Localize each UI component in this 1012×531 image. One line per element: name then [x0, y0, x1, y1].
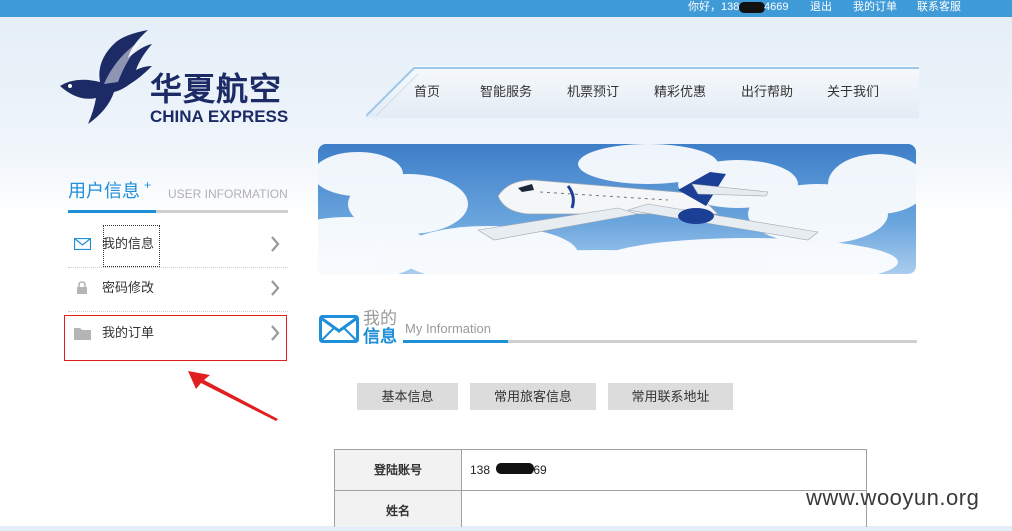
account-prefix: 138	[470, 463, 491, 477]
logo-english-name: CHINA EXPRESS	[150, 107, 289, 126]
sidebar-divider-accent	[68, 210, 156, 213]
contact-service-link[interactable]: 联系客服	[917, 0, 961, 15]
nav-ticket-booking[interactable]: 机票预订	[567, 84, 619, 100]
envelope-icon	[74, 238, 91, 250]
sidebar-item-label: 密码修改	[102, 280, 155, 295]
top-bar: 你好，138 4669 退出 我的订单 联系客服	[0, 0, 1012, 17]
airplane-banner	[318, 144, 916, 274]
section-title-line2: 信息	[363, 327, 397, 346]
nav-home[interactable]: 首页	[414, 84, 440, 100]
redaction-mark	[739, 2, 765, 13]
section-title-english: My Information	[405, 321, 491, 336]
section-title-line1: 我的	[363, 309, 397, 328]
nav-about-us[interactable]: 关于我们	[827, 84, 879, 100]
highlight-box	[64, 315, 287, 361]
section-divider-accent	[403, 340, 508, 343]
my-orders-link[interactable]: 我的订单	[853, 0, 897, 15]
main-nav: 首页 智能服务 机票预订 精彩优惠 出行帮助 关于我们	[366, 66, 919, 118]
nav-travel-help[interactable]: 出行帮助	[741, 84, 793, 100]
envelope-icon	[319, 315, 359, 343]
sidebar-title: 用户信息	[68, 181, 140, 201]
bird-icon	[60, 30, 152, 124]
chevron-right-icon	[271, 280, 280, 296]
logo-chinese-name: 华夏航空	[150, 70, 283, 108]
watermark: www.wooyun.org	[806, 485, 980, 510]
tab-frequent-passengers[interactable]: 常用旅客信息	[470, 383, 596, 410]
plus-icon: +	[144, 178, 152, 192]
red-arrow-annotation	[188, 371, 278, 421]
sidebar-item-my-info[interactable]: 我的信息	[68, 224, 288, 268]
lock-icon	[77, 281, 87, 294]
table-label-account: 登陆账号	[335, 450, 462, 490]
logout-link[interactable]: 退出	[810, 0, 832, 15]
tab-frequent-addresses[interactable]: 常用联系地址	[608, 383, 733, 410]
nav-promotions[interactable]: 精彩优惠	[654, 84, 706, 100]
info-table: 登陆账号 1384669 姓名	[334, 449, 867, 527]
sidebar-item-password[interactable]: 密码修改	[68, 268, 288, 312]
sidebar-subtitle: USER INFORMATION	[168, 187, 288, 201]
chevron-right-icon	[271, 236, 280, 252]
nav-smart-service[interactable]: 智能服务	[480, 84, 532, 100]
tab-basic-info[interactable]: 基本信息	[357, 383, 458, 410]
table-label-name: 姓名	[335, 491, 462, 527]
redaction-mark	[496, 463, 534, 474]
phone-tail: 4669	[764, 1, 789, 13]
greeting-text: 你好，138	[688, 1, 740, 13]
focus-outline	[103, 225, 160, 267]
